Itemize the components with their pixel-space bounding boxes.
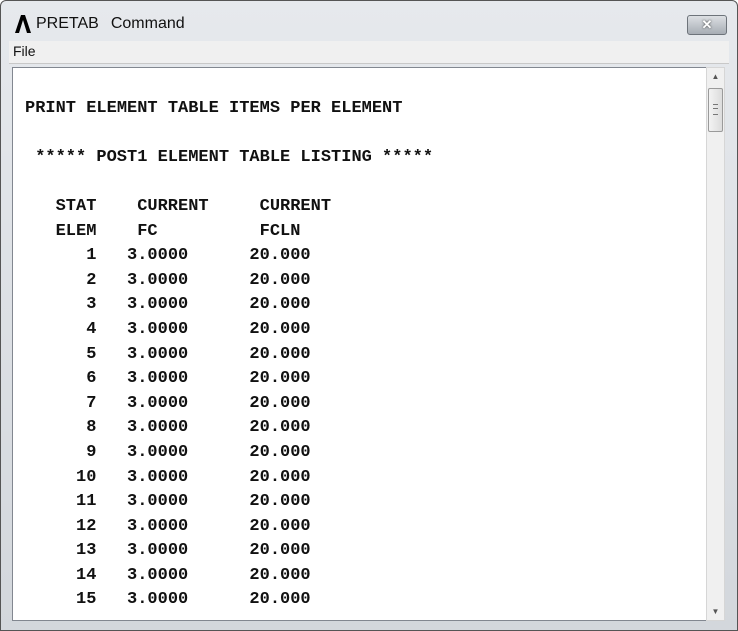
elem-number: 10 (76, 467, 97, 487)
elem-number: 7 (86, 393, 97, 413)
fc-value: 3.0000 (127, 319, 189, 339)
fcln-value: 20.000 (249, 467, 311, 487)
elem-number: 14 (76, 565, 97, 585)
table-row: 10 3.0000 20.000 (25, 466, 433, 491)
fcln-value: 20.000 (249, 541, 311, 561)
table-row: 15 3.0000 20.000 (25, 588, 433, 613)
table-row: 5 3.0000 20.000 (25, 343, 433, 368)
fcln-value: 20.000 (249, 393, 311, 413)
header-row-1: STAT CURRENT CURRENT (25, 195, 433, 220)
fc-value: 3.0000 (127, 295, 189, 315)
elem-number: 8 (86, 418, 97, 438)
fc-value: 3.0000 (127, 442, 189, 462)
elem-number: 3 (86, 295, 97, 315)
elem-number: 13 (76, 541, 97, 561)
pretab-command-window: PRETAB Command ✕ File PRINT ELEMENT TABLE… (0, 0, 738, 631)
fc-value: 3.0000 (127, 467, 189, 487)
table-row: 9 3.0000 20.000 (25, 441, 433, 466)
app-name: PRETAB (36, 15, 99, 32)
fcln-value: 20.000 (249, 246, 311, 266)
elem-number: 12 (76, 516, 97, 536)
ansys-logo-icon (15, 15, 31, 33)
fcln-value: 20.000 (249, 442, 311, 462)
table-row: 11 3.0000 20.000 (25, 490, 433, 515)
header-fc: FC (137, 221, 158, 241)
header-elem: ELEM (55, 221, 97, 241)
title-bar: PRETAB Command ✕ (1, 1, 737, 41)
listing-heading: PRINT ELEMENT TABLE ITEMS PER ELEMENT (25, 98, 403, 118)
elem-number: 9 (86, 442, 97, 462)
elem-number: 11 (76, 492, 97, 512)
header-row-2: ELEM FC FCLN (25, 220, 433, 245)
fcln-value: 20.000 (249, 319, 311, 339)
elem-number: 15 (76, 590, 97, 610)
header-fcln: FCLN (259, 221, 301, 241)
header-stat: STAT (55, 196, 97, 216)
table-row: 8 3.0000 20.000 (25, 416, 433, 441)
fcln-value: 20.000 (249, 418, 311, 438)
fc-value: 3.0000 (127, 246, 189, 266)
fcln-value: 20.000 (249, 369, 311, 389)
window-subtitle: Command (110, 15, 185, 32)
fcln-value: 20.000 (249, 295, 311, 315)
fc-value: 3.0000 (127, 516, 189, 536)
fcln-value: 20.000 (249, 492, 311, 512)
fcln-value: 20.000 (249, 590, 311, 610)
header-current-2: CURRENT (259, 196, 332, 216)
fc-value: 3.0000 (127, 590, 189, 610)
table-row: 3 3.0000 20.000 (25, 293, 433, 318)
scroll-up-arrow-icon[interactable]: ▲ (707, 68, 724, 85)
fc-value: 3.0000 (127, 393, 189, 413)
window-title: PRETAB Command (36, 15, 197, 33)
fc-value: 3.0000 (127, 270, 189, 290)
elem-number: 6 (86, 369, 97, 389)
fcln-value: 20.000 (249, 565, 311, 585)
table-row: 4 3.0000 20.000 (25, 318, 433, 343)
listing-text: PRINT ELEMENT TABLE ITEMS PER ELEMENT **… (25, 72, 433, 613)
vertical-scrollbar[interactable]: ▲ ▼ (706, 67, 725, 621)
elem-number: 5 (86, 344, 97, 364)
elem-number: 1 (86, 246, 97, 266)
elem-number: 4 (86, 319, 97, 339)
close-button[interactable]: ✕ (687, 15, 727, 35)
fc-value: 3.0000 (127, 492, 189, 512)
scrollbar-thumb[interactable] (708, 88, 723, 132)
table-row: 12 3.0000 20.000 (25, 515, 433, 540)
elem-number: 2 (86, 270, 97, 290)
table-row: 13 3.0000 20.000 (25, 539, 433, 564)
fc-value: 3.0000 (127, 418, 189, 438)
table-row: 14 3.0000 20.000 (25, 564, 433, 589)
fc-value: 3.0000 (127, 344, 189, 364)
table-row: 6 3.0000 20.000 (25, 367, 433, 392)
fcln-value: 20.000 (249, 270, 311, 290)
listing-subheading: ***** POST1 ELEMENT TABLE LISTING ***** (35, 147, 434, 167)
menu-file[interactable]: File (11, 43, 38, 59)
listing-text-area[interactable]: PRINT ELEMENT TABLE ITEMS PER ELEMENT **… (12, 67, 707, 621)
fcln-value: 20.000 (249, 516, 311, 536)
fcln-value: 20.000 (249, 344, 311, 364)
table-row: 2 3.0000 20.000 (25, 269, 433, 294)
table-row: 7 3.0000 20.000 (25, 392, 433, 417)
menu-bar: File (9, 41, 729, 64)
fc-value: 3.0000 (127, 369, 189, 389)
scroll-down-arrow-icon[interactable]: ▼ (707, 603, 724, 620)
fc-value: 3.0000 (127, 541, 189, 561)
fc-value: 3.0000 (127, 565, 189, 585)
table-row: 1 3.0000 20.000 (25, 244, 433, 269)
header-current-1: CURRENT (137, 196, 209, 216)
